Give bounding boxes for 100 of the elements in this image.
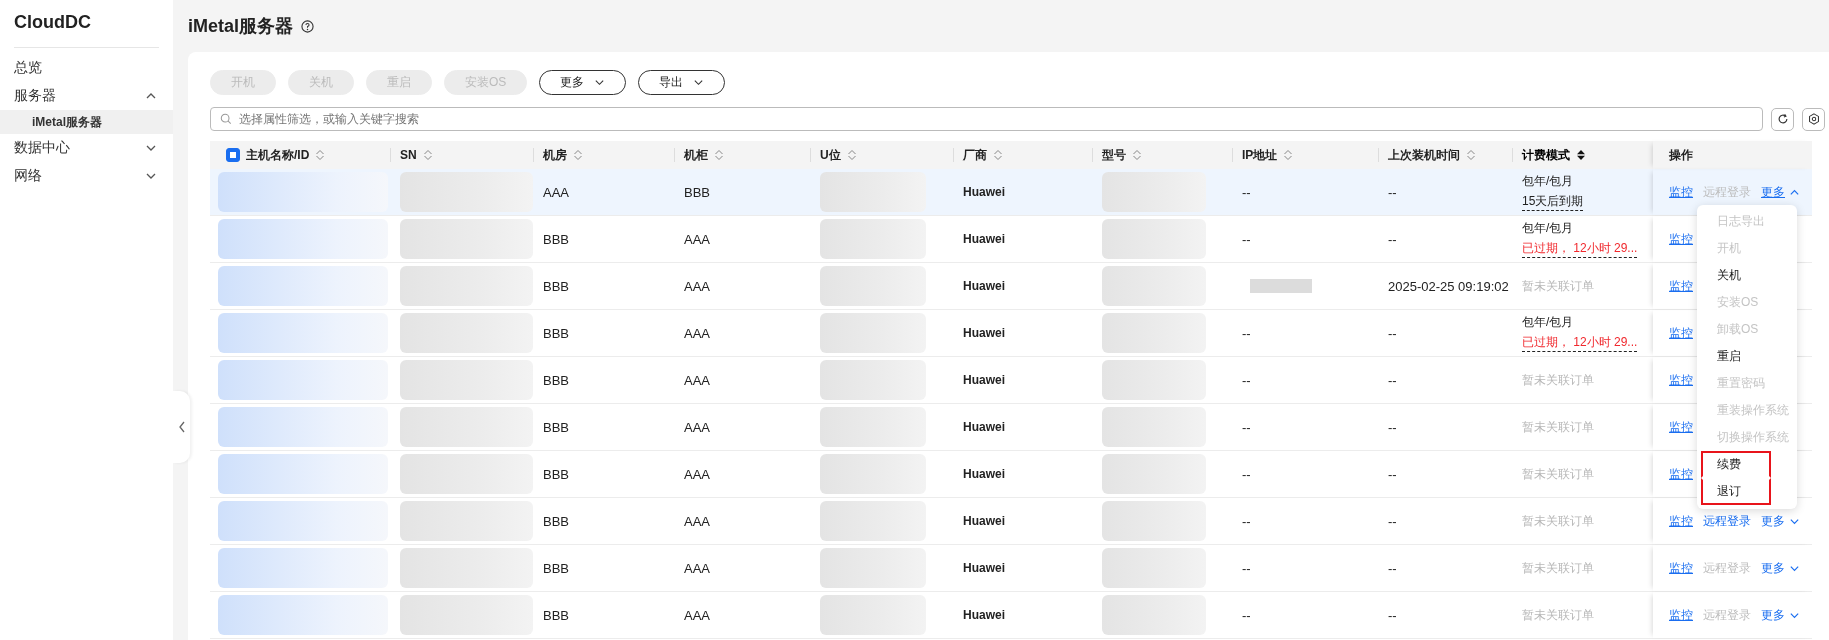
column-header: SN: [400, 148, 417, 162]
table-cell: BBB: [684, 184, 710, 200]
table-cell: BBB: [543, 560, 569, 576]
refresh-button[interactable]: [1771, 107, 1794, 131]
chevron-icon: [594, 77, 606, 88]
toolbar-button[interactable]: 更多: [539, 70, 627, 95]
nav-item[interactable]: iMetal服务器: [0, 110, 173, 134]
brand-title: CloudDC: [13, 11, 92, 34]
table-cell: BBB: [543, 607, 569, 623]
menu-item[interactable]: 关机: [1701, 262, 1793, 289]
table-cell: AAA: [684, 513, 710, 529]
more-link[interactable]: 更多: [1761, 559, 1800, 577]
collapse-handle[interactable]: [173, 391, 190, 463]
table-cell: Huawei: [963, 185, 1005, 199]
table-cell: --: [1242, 231, 1251, 247]
menu-item[interactable]: 退订: [1701, 478, 1771, 505]
table-cell: 暂未关联订单: [1522, 465, 1594, 483]
table-cell: 暂未关联订单: [1522, 277, 1594, 295]
expiry-status: 15天后到期: [1522, 193, 1584, 211]
action-link[interactable]: 远程登录: [1703, 512, 1751, 530]
more-link[interactable]: 更多: [1761, 512, 1800, 530]
more-link[interactable]: 更多: [1761, 183, 1800, 201]
table-cell: BBB: [543, 513, 569, 529]
table-cell: AAA: [684, 278, 710, 294]
select-all-checkbox[interactable]: [226, 148, 240, 162]
more-link[interactable]: 更多: [1761, 606, 1800, 624]
column-header: 厂商: [963, 146, 987, 164]
table-cell: BBB: [543, 419, 569, 435]
nav-item[interactable]: 数据中心: [0, 134, 173, 162]
table-cell: Huawei: [963, 373, 1005, 387]
table-cell: BBB: [543, 372, 569, 388]
table-cell: --: [1388, 466, 1397, 482]
search-icon: [220, 113, 232, 125]
table-cell: AAA: [684, 419, 710, 435]
table-cell: --: [1242, 466, 1251, 482]
action-link[interactable]: 监控: [1669, 512, 1693, 530]
action-link[interactable]: 监控: [1669, 324, 1693, 342]
table-cell: 暂未关联订单: [1522, 606, 1594, 624]
table-cell: AAA: [684, 325, 710, 341]
table-cell: BBB: [543, 466, 569, 482]
table-cell: AAA: [684, 560, 710, 576]
sort-icon[interactable]: [1576, 149, 1586, 161]
expiry-status: 已过期， 12小时 29...: [1522, 334, 1638, 352]
table-cell: --: [1242, 607, 1251, 623]
billing-mode: 包年/包月: [1522, 314, 1575, 331]
table-cell: Huawei: [963, 420, 1005, 434]
table-cell: BBB: [543, 325, 569, 341]
table-cell: --: [1388, 513, 1397, 529]
column-header: 操作: [1669, 146, 1693, 164]
table-cell: --: [1388, 325, 1397, 341]
action-link[interactable]: 监控: [1669, 465, 1693, 483]
table-cell: Huawei: [963, 514, 1005, 528]
table-cell: --: [1242, 513, 1251, 529]
column-header: U位: [820, 146, 841, 164]
action-link[interactable]: 监控: [1669, 230, 1693, 248]
nav-item[interactable]: 服务器: [0, 82, 173, 110]
table-cell: Huawei: [963, 232, 1005, 246]
action-link[interactable]: 监控: [1669, 371, 1693, 389]
table-cell: Huawei: [963, 608, 1005, 622]
settings-icon: [1807, 113, 1820, 125]
table-cell: Huawei: [963, 326, 1005, 340]
column-header: 主机名称/ID: [246, 146, 310, 164]
action-link[interactable]: 监控: [1669, 418, 1693, 436]
column-header: 型号: [1102, 146, 1126, 164]
table-cell: --: [1242, 372, 1251, 388]
nav-item[interactable]: 网络: [0, 162, 173, 190]
table-cell: 暂未关联订单: [1522, 418, 1594, 436]
table-cell: AAA: [684, 372, 710, 388]
search-field[interactable]: 选择属性筛选，或输入关键字搜索: [210, 107, 1763, 131]
table-cell: 暂未关联订单: [1522, 512, 1594, 530]
table-cell: AAA: [684, 607, 710, 623]
table-cell: --: [1242, 560, 1251, 576]
chevron-icon: [693, 77, 705, 88]
table-cell: Huawei: [963, 467, 1005, 481]
table-cell: --: [1242, 419, 1251, 435]
table-cell: --: [1388, 560, 1397, 576]
table-cell: Huawei: [963, 279, 1005, 293]
action-link[interactable]: 监控: [1669, 559, 1693, 577]
column-header: 机柜: [684, 146, 708, 164]
action-link[interactable]: 监控: [1669, 606, 1693, 624]
table-cell: Huawei: [963, 561, 1005, 575]
help-icon[interactable]: [301, 19, 314, 33]
expiry-status: 已过期， 12小时 29...: [1522, 240, 1638, 258]
page-title: iMetal服务器: [188, 15, 293, 38]
table-cell: BBB: [543, 231, 569, 247]
toolbar-button[interactable]: 导出: [638, 70, 726, 95]
menu-item[interactable]: 续费: [1701, 451, 1771, 478]
action-link[interactable]: 监控: [1669, 277, 1693, 295]
table-cell: AAA: [684, 231, 710, 247]
column-header: 计费模式: [1522, 146, 1570, 164]
billing-mode: 包年/包月: [1522, 173, 1575, 190]
action-link[interactable]: 监控: [1669, 183, 1693, 201]
table-cell: --: [1388, 231, 1397, 247]
menu-item[interactable]: 重启: [1701, 343, 1793, 370]
settings-button[interactable]: [1802, 107, 1825, 131]
nav-item[interactable]: 总览: [0, 54, 173, 82]
table-cell: --: [1242, 325, 1251, 341]
table-cell: AAA: [684, 466, 710, 482]
column-header: 机房: [543, 146, 567, 164]
table-cell: --: [1388, 419, 1397, 435]
